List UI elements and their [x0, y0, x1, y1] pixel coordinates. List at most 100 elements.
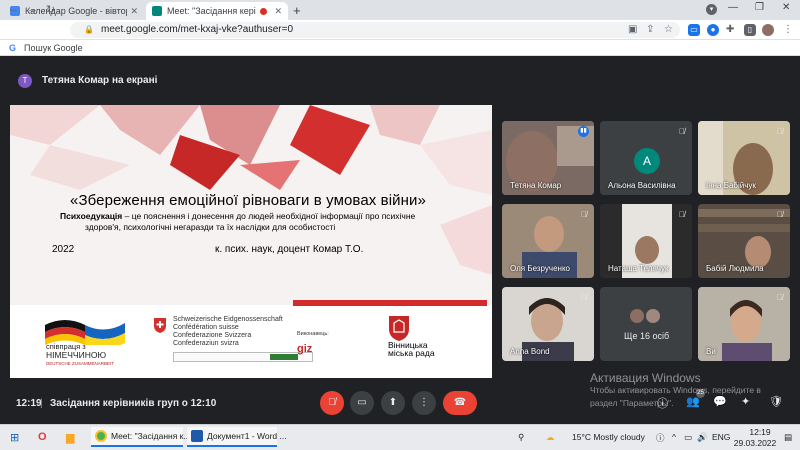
activities-icon[interactable]: ✦: [741, 395, 750, 408]
taskbar-date[interactable]: 29.03.2022: [730, 438, 780, 448]
mic-off-icon: 🎙̸: [581, 210, 587, 219]
file-explorer-icon[interactable]: ▆: [66, 431, 74, 444]
weather-text[interactable]: 15°C Mostly cloudy: [572, 432, 645, 442]
taskbar-app-label: Meet: "Засідання к...: [111, 431, 191, 441]
windows-activation-line1: Чтобы активировать Windows, перейдите в: [590, 385, 761, 395]
profile-avatar[interactable]: [762, 24, 774, 36]
german-logo-line3: DEUTSCHE ZUSAMMENARBEIT: [46, 361, 115, 366]
participant-tile[interactable]: A 🎙̸ Альона Василівна: [600, 121, 692, 195]
meet-icon: [152, 6, 162, 16]
google-g-icon: G: [9, 43, 17, 53]
participants-count-badge: 25: [696, 389, 705, 398]
weather-icon: ☁: [546, 432, 555, 442]
side-panel-icon[interactable]: ▯: [744, 24, 756, 36]
swiss-logo-line: Confédération suisse: [173, 324, 239, 331]
leave-call-button[interactable]: ☎: [443, 391, 477, 415]
participant-tile[interactable]: 🎙̸ Anna Bond: [502, 287, 594, 361]
meeting-clock: 12:19: [16, 398, 42, 409]
more-participants-label: Ще 16 осіб: [624, 331, 670, 341]
meeting-title: Засідання керівників груп о 12:10: [50, 398, 217, 409]
present-screen-button[interactable]: ⬆: [381, 391, 405, 415]
tab-google-calendar[interactable]: Календар Google - вівторок, 29 ✕: [4, 2, 144, 20]
slide-title: «Збереження емоційної рівноваги в умовах…: [70, 192, 426, 209]
clock-separator: |: [40, 398, 43, 409]
taskbar-app-chrome[interactable]: Meet: "Засідання к...: [91, 427, 190, 447]
camera-in-use-icon[interactable]: ▣: [628, 24, 637, 35]
participant-name: Оля Безрученко: [510, 264, 570, 273]
close-window-button[interactable]: ✕: [782, 2, 790, 13]
speaking-indicator-icon: ▮▮: [578, 126, 589, 137]
restore-button[interactable]: ❐: [755, 2, 764, 13]
extension-blue-icon[interactable]: ●: [707, 24, 719, 36]
lock-icon[interactable]: 🔒: [84, 25, 94, 34]
participant-thumbnail: [646, 309, 660, 323]
input-language[interactable]: ENG: [712, 432, 730, 442]
extension-meet-icon[interactable]: ▭: [688, 24, 700, 36]
bookmarks-bar: [0, 40, 800, 56]
minimize-button[interactable]: —: [728, 2, 738, 13]
presenting-label: Тетяна Комар на екрані: [42, 75, 158, 86]
taskbar-app-label: Документ1 - Word ...: [207, 431, 287, 441]
mic-off-icon: 🎙̸: [581, 293, 587, 302]
url-text[interactable]: meet.google.com/met-kxaj-vke?authuser=0: [101, 24, 293, 35]
more-participants-tile[interactable]: Ще 16 осіб: [600, 287, 692, 361]
show-hidden-icons-icon[interactable]: ^: [672, 432, 676, 442]
tab-search-icon[interactable]: ▾: [706, 4, 717, 15]
camera-button[interactable]: ▭: [350, 391, 374, 415]
new-tab-button[interactable]: +: [293, 3, 301, 18]
swiss-logo-line: Confederazione Svizzera: [173, 332, 252, 339]
notifications-icon[interactable]: ▤: [784, 432, 792, 443]
microphone-off-button[interactable]: 🎙̸: [320, 391, 344, 415]
forward-icon[interactable]: →: [27, 3, 38, 15]
help-tray-icon[interactable]: ⓘ: [656, 432, 665, 444]
taskbar-app-word[interactable]: Документ1 - Word ...: [187, 427, 287, 447]
share-icon[interactable]: ⇪: [646, 24, 654, 35]
taskbar-time[interactable]: 12:19: [740, 427, 780, 437]
participant-thumbnail: [630, 309, 644, 323]
swiss-logo-line: Schweizerische Eidgenossenschaft: [173, 316, 283, 323]
slide-definition-term: Психоедукація: [60, 211, 123, 221]
host-controls-icon[interactable]: 🛡: [769, 395, 783, 408]
people-tray-icon[interactable]: ⚲: [518, 432, 524, 443]
german-cooperation-flag-icon: [45, 320, 125, 345]
bookmark-google-search[interactable]: Пошук Google: [24, 43, 83, 53]
back-icon[interactable]: ←: [8, 3, 19, 15]
bookmark-star-icon[interactable]: ☆: [664, 24, 673, 35]
more-options-button[interactable]: ⋮: [412, 391, 436, 415]
participant-name: Anna Bond: [510, 347, 550, 356]
close-tab-icon[interactable]: ✕: [130, 6, 138, 17]
windows-activation-title: Активация Windows: [590, 371, 701, 385]
vinnytsia-logo-line: міська рада: [388, 348, 435, 358]
volume-icon[interactable]: 🔊: [697, 432, 708, 443]
german-logo-line2: НІМЕЧЧИНОЮ: [46, 350, 107, 360]
chat-icon[interactable]: 💬: [713, 395, 727, 408]
chrome-menu-icon[interactable]: ⋮: [783, 24, 793, 35]
participant-name: Бабій Людмила: [706, 264, 764, 273]
meeting-details-icon[interactable]: ⓘ: [657, 395, 668, 411]
swiss-logo-line: Confederaziun svizra: [173, 340, 239, 347]
participant-tile[interactable]: ▮▮ Тетяна Комар: [502, 121, 594, 195]
tab-label: Meet: "Засідання керівник: [167, 6, 256, 16]
mic-off-icon: 🎙̸: [679, 210, 685, 219]
word-icon: [191, 430, 203, 442]
reload-icon[interactable]: ↻: [46, 3, 55, 16]
participant-tile[interactable]: 🎙̸ Оля Безрученко: [502, 204, 594, 278]
participant-tile[interactable]: 🎙̸ Бабій Людмила: [698, 204, 790, 278]
extensions-puzzle-icon[interactable]: ✚: [726, 24, 734, 35]
vinnytsia-coat-of-arms-icon: [389, 316, 409, 341]
shared-screen-slide[interactable]: «Збереження емоційної рівноваги в умовах…: [10, 105, 492, 378]
windows-start-icon[interactable]: ⊞: [10, 431, 19, 444]
battery-icon[interactable]: ▭: [684, 432, 692, 443]
participant-avatar: A: [634, 148, 660, 174]
participant-tile[interactable]: 🎙̸ Інна Бабійчук: [698, 121, 790, 195]
slide-author: к. псих. наук, доцент Комар Т.О.: [215, 244, 364, 255]
participant-tile[interactable]: 🎙̸ Наташа Телячук: [600, 204, 692, 278]
tab-label: Календар Google - вівторок, 29: [25, 6, 127, 16]
tab-google-meet[interactable]: Meet: "Засідання керівник ✕: [146, 2, 288, 20]
close-tab-icon[interactable]: ✕: [274, 6, 282, 17]
participant-tile-self[interactable]: 🎙̸ Ви: [698, 287, 790, 361]
opera-icon[interactable]: O: [38, 431, 47, 443]
swiss-shield-icon: [154, 318, 166, 333]
mic-off-icon: 🎙̸: [777, 293, 783, 302]
presenter-avatar: T: [18, 74, 32, 88]
